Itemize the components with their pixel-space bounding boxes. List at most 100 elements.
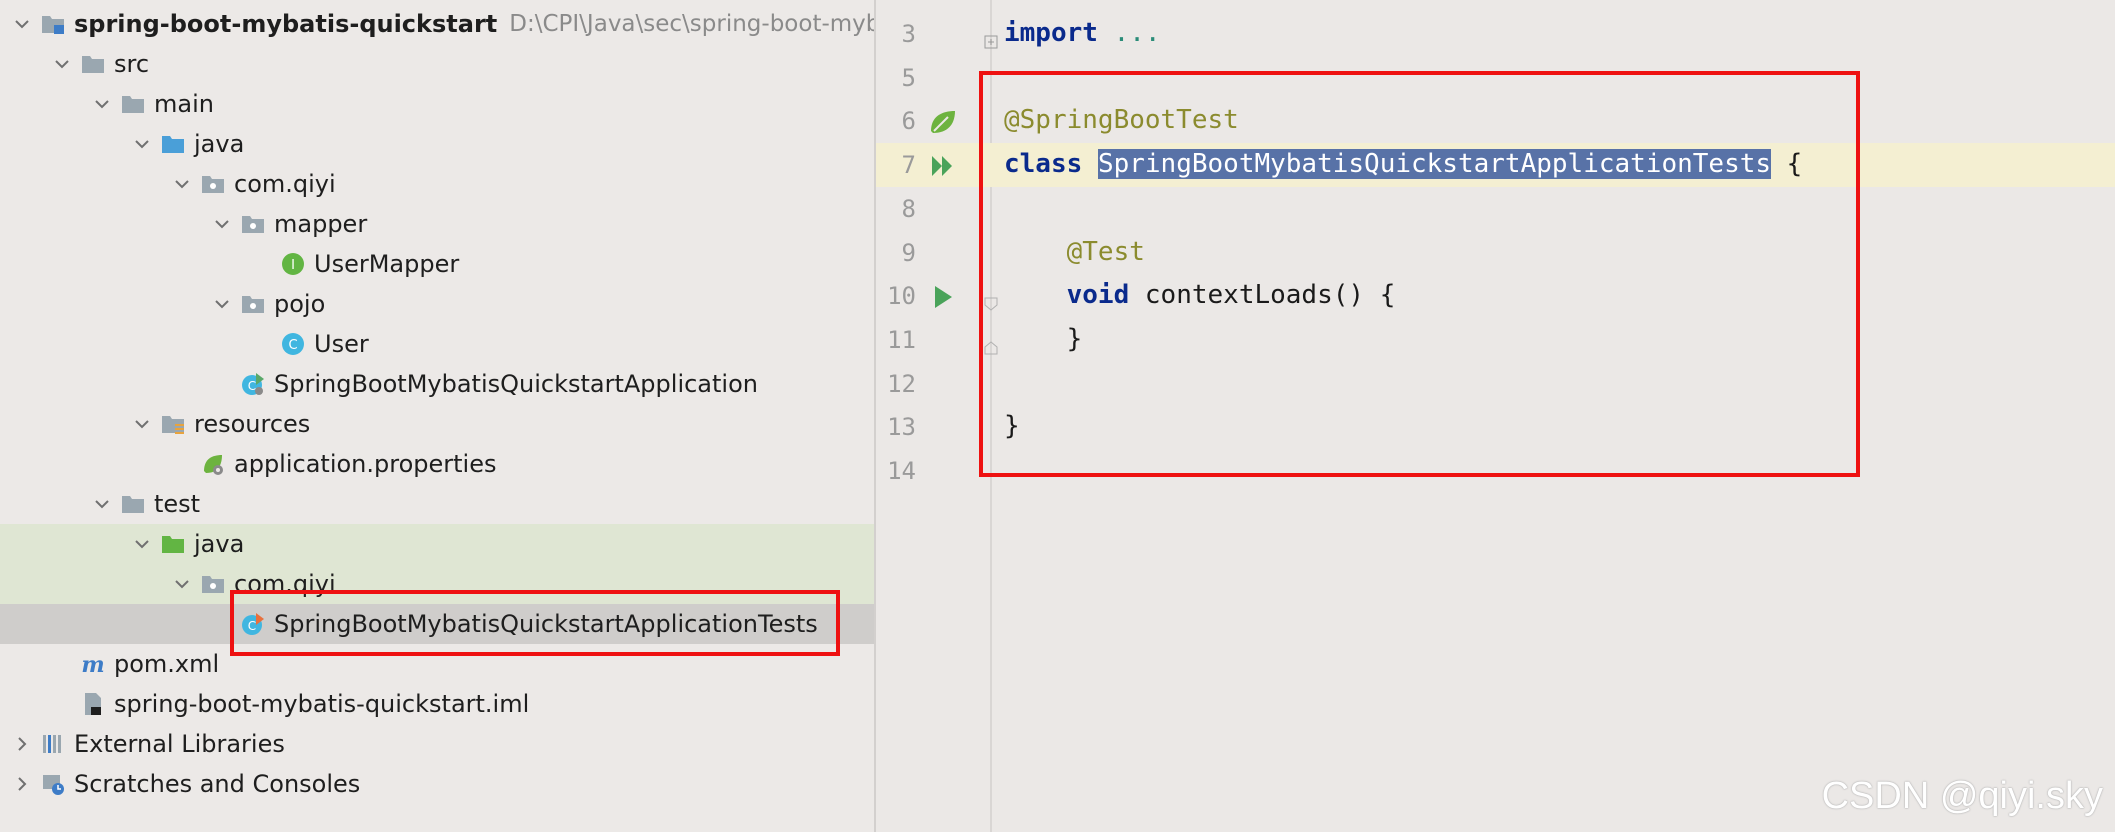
line-number: 6 (901, 107, 916, 136)
package-icon (240, 211, 266, 237)
chevron-down-icon[interactable] (124, 404, 160, 444)
folder-icon (120, 91, 146, 117)
svg-text:C: C (248, 379, 256, 393)
tree-item-label: External Libraries (74, 730, 285, 758)
chevron-down-icon[interactable] (124, 524, 160, 564)
annotation-box-test-code (979, 71, 1860, 477)
tree-item-application-properties[interactable]: application.properties (0, 444, 874, 484)
line-number: 7 (901, 151, 916, 180)
tree-item-external-libraries[interactable]: External Libraries (0, 724, 874, 764)
resources-folder-icon (160, 411, 186, 437)
tree-item-label: UserMapper (314, 250, 460, 278)
tree-item-test[interactable]: test (0, 484, 874, 524)
line-number: 8 (901, 194, 916, 223)
package-icon (240, 291, 266, 317)
project-tool-window: spring-boot-mybatis-quickstart D:\CPI\Jav… (0, 0, 874, 832)
tree-item-resources[interactable]: resources (0, 404, 874, 444)
chevron-down-icon[interactable] (204, 204, 240, 244)
chevron-down-icon[interactable] (44, 44, 80, 84)
tree-item-java[interactable]: java (0, 124, 874, 164)
tree-item-label: application.properties (234, 450, 497, 478)
fold-plus-icon[interactable] (984, 26, 998, 49)
tree-item-label: java (194, 130, 245, 158)
tree-item-label: spring-boot-mybatis-quickstart.iml (114, 690, 530, 718)
line-number: 5 (901, 63, 916, 92)
chevron-down-icon[interactable] (84, 484, 120, 524)
source-folder-icon (160, 131, 186, 157)
tree-arrow-spacer (44, 644, 80, 684)
tree-arrow-spacer (164, 444, 200, 484)
chevron-right-icon[interactable] (4, 764, 40, 804)
tree-item-main[interactable]: main (0, 84, 874, 124)
svg-text:C: C (288, 338, 297, 353)
chevron-down-icon[interactable] (204, 284, 240, 324)
line-number: 9 (901, 238, 916, 267)
maven-icon: m (80, 651, 106, 677)
tree-item-usermapper[interactable]: I UserMapper (0, 244, 874, 284)
folder-icon (120, 491, 146, 517)
package-icon (200, 571, 226, 597)
tree-item-label: com.qiyi (234, 170, 336, 198)
tree-item-spring-boot-mybatis-quickstart-iml[interactable]: spring-boot-mybatis-quickstart.iml (0, 684, 874, 724)
tree-item-mapper[interactable]: mapper (0, 204, 874, 244)
run-all-icon[interactable] (928, 151, 958, 181)
test-folder-icon (160, 531, 186, 557)
chevron-down-icon[interactable] (84, 84, 120, 124)
line-number: 3 (901, 20, 916, 48)
tree-arrow-spacer (44, 684, 80, 724)
tree-item-label: test (154, 490, 201, 518)
code-token: ... (1113, 18, 1161, 48)
module-path: D:\CPI\Java\sec\spring-boot-myba (509, 11, 874, 37)
tree-item-label: spring-boot-mybatis-quickstart (74, 10, 498, 38)
scratches-icon (40, 771, 66, 797)
tree-item-label: Scratches and Consoles (74, 770, 361, 798)
chevron-down-icon[interactable] (4, 4, 40, 44)
tree-item-label: java (194, 530, 245, 558)
line-number: 14 (887, 457, 916, 485)
line-number: 10 (887, 282, 916, 311)
code-line[interactable]: 3 import ... (876, 12, 2115, 56)
run-icon[interactable] (928, 282, 958, 312)
iml-file-icon (80, 691, 106, 717)
tree-item-label: pojo (274, 290, 326, 318)
tree-arrow-spacer (244, 324, 280, 364)
code-token: import (1004, 18, 1098, 48)
class-icon: C (280, 331, 306, 357)
tree-item-springbootmybatisquickstartapplication[interactable]: C SpringBootMybatisQuickstartApplication (0, 364, 874, 404)
chevron-down-icon[interactable] (164, 164, 200, 204)
spring-properties-icon (200, 451, 226, 477)
tree-item-label: main (154, 90, 214, 118)
chevron-down-icon[interactable] (124, 124, 160, 164)
module-folder-icon (40, 11, 66, 37)
package-icon (200, 171, 226, 197)
tree-arrow-spacer (244, 244, 280, 284)
tree-item-label: SpringBootMybatisQuickstartApplication (274, 370, 758, 398)
tree-arrow-spacer (204, 364, 240, 404)
tree-item-label: pom.xml (114, 650, 220, 678)
interface-icon: I (280, 251, 306, 277)
line-number: 12 (887, 369, 916, 398)
tree-item-pojo[interactable]: pojo (0, 284, 874, 324)
libraries-icon (40, 731, 66, 757)
svg-text:m: m (81, 652, 104, 677)
tree-item-spring-boot-mybatis-quickstart[interactable]: spring-boot-mybatis-quickstart D:\CPI\Jav… (0, 4, 874, 44)
line-number: 11 (887, 325, 916, 354)
tree-item-scratches-and-consoles[interactable]: Scratches and Consoles (0, 764, 874, 804)
line-number: 13 (887, 413, 916, 442)
tree-item-com-qiyi[interactable]: com.qiyi (0, 164, 874, 204)
chevron-down-icon[interactable] (164, 564, 200, 604)
chevron-right-icon[interactable] (4, 724, 40, 764)
spring-class-icon: C (240, 371, 266, 397)
watermark: CSDN @qiyi.sky (1821, 775, 2103, 817)
tree-item-user[interactable]: C User (0, 324, 874, 364)
tree-item-label: mapper (274, 210, 368, 238)
code-text: import ... (1004, 18, 1161, 48)
tree-item-label: resources (194, 410, 311, 438)
annotation-box-test-file (230, 590, 840, 656)
tree-item-java[interactable]: java (0, 524, 874, 564)
folder-icon (80, 51, 106, 77)
tree-item-label: User (314, 330, 369, 358)
leaf-icon[interactable] (928, 107, 958, 137)
tree-item-src[interactable]: src (0, 44, 874, 84)
